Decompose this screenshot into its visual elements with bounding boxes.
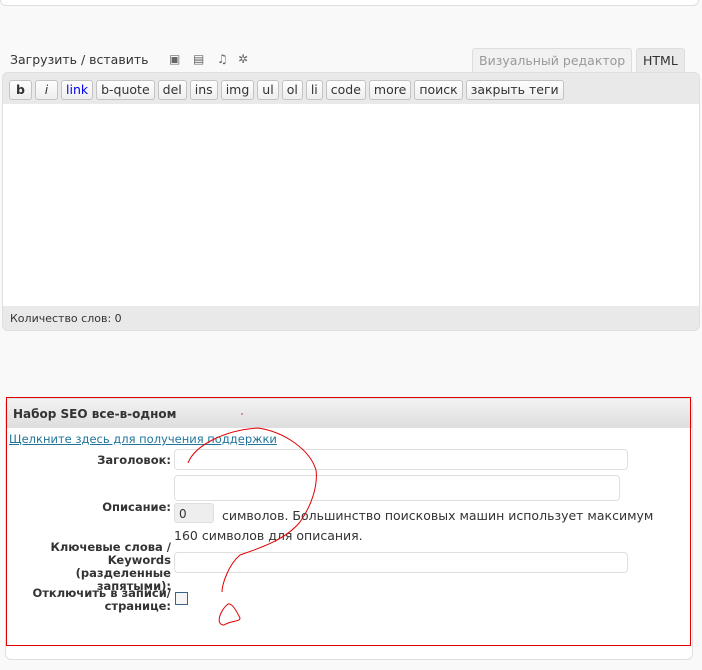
blockquote-button[interactable]: b-quote bbox=[96, 80, 155, 100]
close-tags-button[interactable]: закрыть теги bbox=[465, 80, 564, 100]
image-icon[interactable]: ▣ bbox=[169, 53, 182, 65]
del-button[interactable]: del bbox=[157, 80, 187, 100]
description-input[interactable] bbox=[174, 475, 620, 501]
seo-panel-title[interactable]: Набор SEO все-в-одном bbox=[6, 399, 692, 428]
quicktags-toolbar: b i link b-quote del ins img ul ol li co… bbox=[9, 80, 564, 100]
top-panel bbox=[0, 0, 699, 6]
search-button[interactable]: поиск bbox=[414, 80, 463, 100]
upload-insert-label: Загрузить / вставить bbox=[10, 52, 149, 67]
img-button[interactable]: img bbox=[220, 80, 255, 100]
ul-button[interactable]: ul bbox=[257, 80, 279, 100]
word-count: Количество слов: 0 bbox=[10, 312, 122, 325]
support-link[interactable]: Щелкните здесь для получения поддержки bbox=[9, 432, 277, 446]
audio-icon[interactable]: ♫ bbox=[217, 53, 230, 65]
description-label: Описание: bbox=[102, 500, 171, 514]
video-icon[interactable]: ▤ bbox=[193, 53, 206, 65]
disable-label: Отключить в записи/ странице: bbox=[32, 586, 171, 613]
title-label: Заголовок: bbox=[97, 453, 171, 467]
tab-html[interactable]: HTML bbox=[636, 48, 685, 73]
html-editor: b i link b-quote del ins img ul ol li co… bbox=[2, 72, 700, 331]
tab-visual-editor[interactable]: Визуальный редактор bbox=[472, 48, 633, 73]
ol-button[interactable]: ol bbox=[281, 80, 303, 100]
description-hint: символов. Большинство поисковых машин ис… bbox=[174, 508, 654, 543]
code-button[interactable]: code bbox=[325, 80, 366, 100]
li-button[interactable]: li bbox=[305, 80, 323, 100]
title-input[interactable] bbox=[174, 449, 628, 470]
ins-button[interactable]: ins bbox=[189, 80, 218, 100]
link-button[interactable]: link bbox=[61, 80, 94, 100]
disable-checkbox[interactable] bbox=[175, 592, 188, 605]
media-icon[interactable]: ✲ bbox=[238, 53, 251, 65]
content-textarea[interactable] bbox=[3, 104, 699, 306]
more-button[interactable]: more bbox=[368, 80, 412, 100]
italic-button[interactable]: i bbox=[35, 80, 58, 100]
char-count: 0 bbox=[174, 503, 214, 523]
keywords-input[interactable] bbox=[174, 552, 628, 573]
bold-button[interactable]: b bbox=[9, 80, 32, 100]
